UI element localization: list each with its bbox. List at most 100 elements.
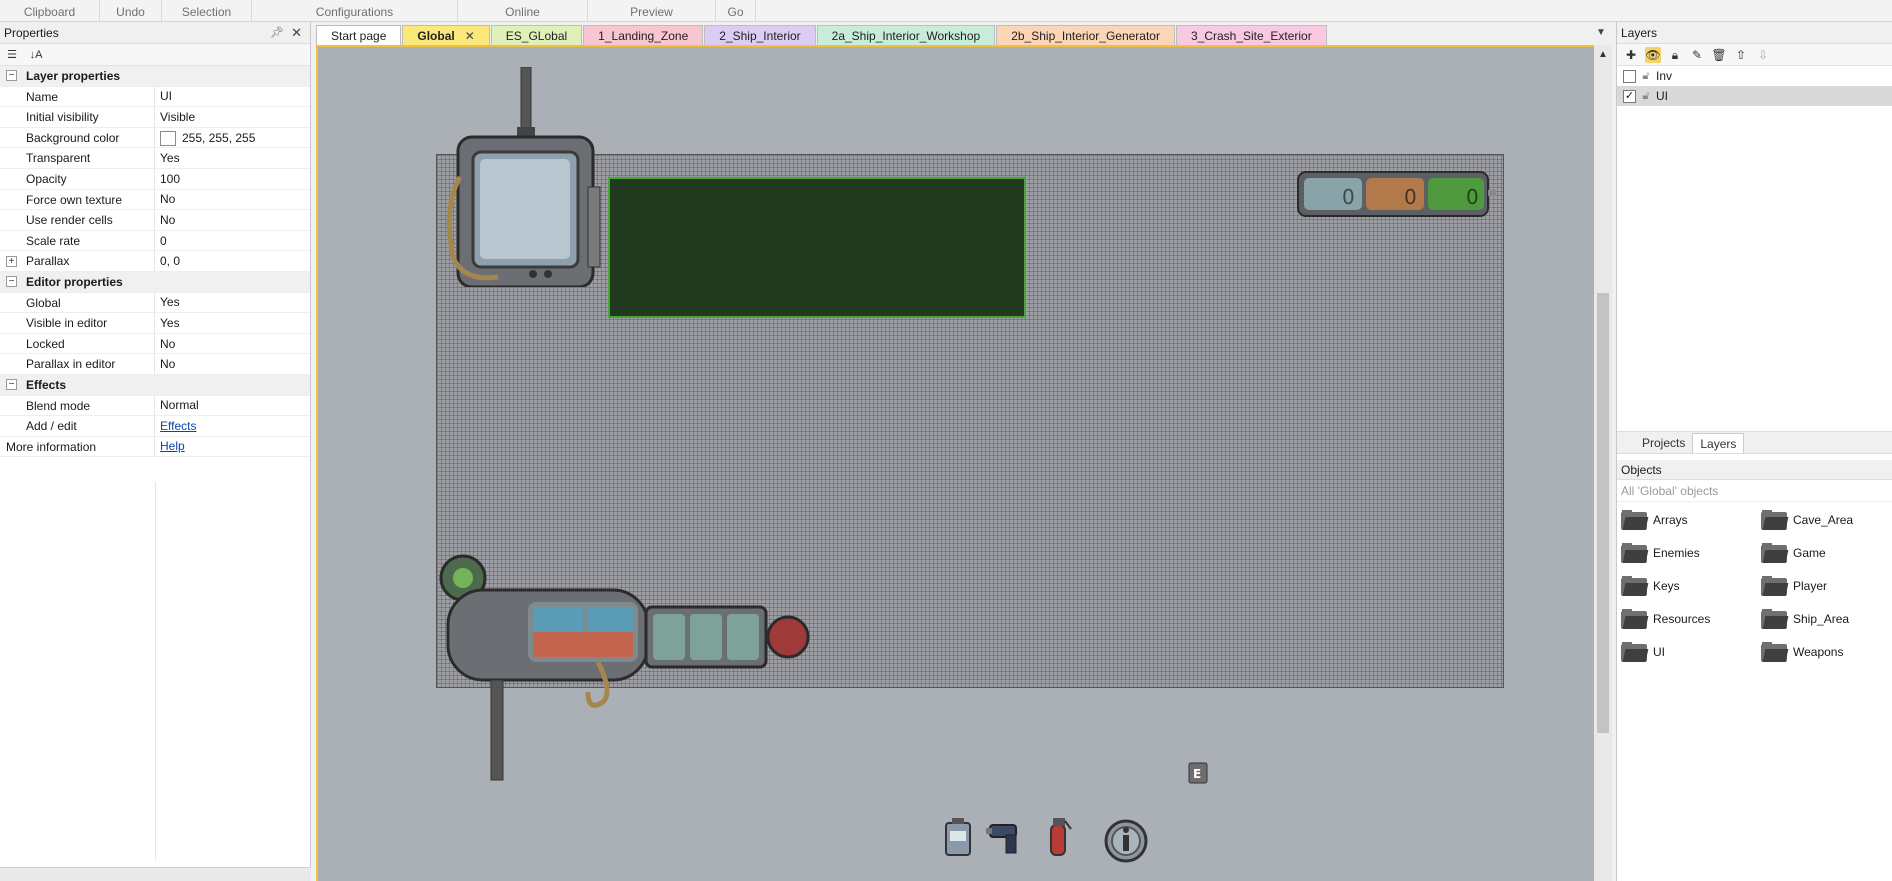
layout-editor[interactable]: 0 0 0 E <box>316 45 1594 881</box>
counter-1: 0 <box>1342 185 1355 209</box>
section-editor-properties[interactable]: − Editor properties <box>0 271 310 293</box>
folder-game[interactable]: Game <box>1761 541 1891 565</box>
extinguisher-item-sprite[interactable] <box>1043 815 1073 857</box>
prop-visible-in-editor[interactable]: Visible in editor Yes <box>0 313 310 334</box>
sort-alphabetical-icon[interactable]: ↓A <box>28 47 44 63</box>
folder-player[interactable]: Player <box>1761 574 1891 598</box>
close-tab-icon[interactable]: ✕ <box>465 29 475 43</box>
prop-global[interactable]: Global Yes <box>0 292 310 314</box>
tab-es-global[interactable]: ES_GLobal <box>490 25 583 45</box>
prop-initial-visibility[interactable]: Initial visibility Visible <box>0 107 310 128</box>
folder-ui[interactable]: UI <box>1621 640 1761 664</box>
move-up-icon[interactable]: ⇧ <box>1733 47 1749 63</box>
lock-icon[interactable]: 🔒︎ <box>1667 47 1683 63</box>
objects-filter[interactable]: All 'Global' objects <box>1617 480 1892 502</box>
tab-crash-site-exterior[interactable]: 3_Crash_Site_Exterior <box>1175 25 1327 45</box>
tab-ship-interior-generator[interactable]: 2b_Ship_Interior_Generator <box>996 25 1175 45</box>
properties-description-bar <box>0 867 311 881</box>
grid-divider <box>155 482 156 861</box>
scroll-up-icon[interactable]: ▲ <box>1598 49 1608 60</box>
folder-weapons[interactable]: Weapons <box>1761 640 1891 664</box>
battery-item-sprite[interactable] <box>943 817 973 857</box>
key-hint-sprite[interactable]: E <box>1188 762 1208 784</box>
layers-header: Layers <box>1617 22 1892 44</box>
trash-icon[interactable]: 🗑︎ <box>1711 47 1727 63</box>
tab-start-page[interactable]: Start page <box>316 25 402 45</box>
layer-lock-icon[interactable]: 🔓︎ <box>1640 90 1652 103</box>
layer-row-ui[interactable]: ✓ 🔓︎ UI <box>1617 86 1892 106</box>
section-effects[interactable]: − Effects <box>0 374 310 396</box>
counter-3: 0 <box>1466 185 1479 209</box>
monitor-sprite[interactable] <box>438 67 608 287</box>
expand-icon[interactable]: + <box>6 255 17 267</box>
properties-title: Properties <box>4 26 59 40</box>
edit-pencil-icon[interactable]: ✎ <box>1689 47 1705 63</box>
prop-transparent[interactable]: Transparent Yes <box>0 148 310 169</box>
ribbon-group-selection[interactable]: Selection <box>162 0 252 22</box>
folder-keys[interactable]: Keys <box>1621 574 1761 598</box>
help-link[interactable]: Help <box>160 439 185 453</box>
tab-projects[interactable]: Projects <box>1635 433 1692 453</box>
ribbon-group-undo[interactable]: Undo <box>100 0 162 22</box>
ribbon-group-configurations[interactable]: Configurations <box>252 0 458 22</box>
categorized-icon[interactable]: ☰ <box>4 47 20 63</box>
prop-add-edit[interactable]: Add / edit Effects <box>0 416 310 437</box>
folder-resources[interactable]: Resources <box>1621 607 1761 631</box>
folder-ship-area[interactable]: Ship_Area <box>1761 607 1891 631</box>
add-layer-icon[interactable]: ✚ <box>1623 47 1639 63</box>
ribbon-group-go[interactable]: Go <box>716 0 756 22</box>
folder-icon <box>1761 543 1789 563</box>
folder-arrays[interactable]: Arrays <box>1621 508 1761 532</box>
prop-use-render-cells[interactable]: Use render cells No <box>0 210 310 231</box>
folder-icon <box>1621 510 1649 530</box>
resource-counters[interactable]: 0 0 0 <box>1296 162 1496 222</box>
tab-layers[interactable]: Layers <box>1692 433 1745 453</box>
layers-objects-panel: Layers ✚ 👁︎ 🔒︎ ✎ 🗑︎ ⇧ ⇩ 🔓︎ Inv ✓ 🔓︎ UI P… <box>1616 22 1892 881</box>
layer-lock-icon[interactable]: 🔓︎ <box>1640 70 1652 83</box>
drill-item-sprite[interactable] <box>986 817 1026 857</box>
pin-icon[interactable]: 📌︎ <box>270 22 284 44</box>
collapse-icon[interactable]: − <box>6 70 17 82</box>
folder-enemies[interactable]: Enemies <box>1621 541 1761 565</box>
layer-name: Inv <box>1656 69 1673 83</box>
folder-cave-area[interactable]: Cave_Area <box>1761 508 1891 532</box>
prop-force-own-texture[interactable]: Force own texture No <box>0 189 310 211</box>
prop-scale-rate[interactable]: Scale rate 0 <box>0 230 310 252</box>
scroll-thumb[interactable] <box>1597 293 1609 733</box>
close-icon[interactable]: ✕ <box>291 22 302 44</box>
prop-blend-mode[interactable]: Blend mode Normal <box>0 395 310 417</box>
effects-link[interactable]: Effects <box>160 419 196 433</box>
prop-opacity[interactable]: Opacity 100 <box>0 168 310 190</box>
collapse-icon[interactable]: − <box>6 379 17 391</box>
properties-panel: Properties 📌︎ ✕ ☰ ↓A − Layer properties … <box>0 22 311 881</box>
info-icon[interactable] <box>1104 819 1148 863</box>
prop-parallax[interactable]: + Parallax 0, 0 <box>0 251 310 272</box>
key-hint-label: E <box>1193 767 1201 781</box>
prop-background-color[interactable]: Background color 255, 255, 255 <box>0 127 310 149</box>
section-layer-properties[interactable]: − Layer properties <box>0 66 310 87</box>
folder-icon <box>1761 609 1789 629</box>
layers-list: 🔓︎ Inv ✓ 🔓︎ UI <box>1617 66 1892 432</box>
prop-name[interactable]: Name UI <box>0 86 310 108</box>
editor-vertical-scrollbar[interactable]: ▲ <box>1594 45 1612 881</box>
color-swatch[interactable] <box>160 130 176 146</box>
layer-row-inv[interactable]: 🔓︎ Inv <box>1617 66 1892 86</box>
weapon-sprite[interactable] <box>438 552 888 792</box>
move-down-icon[interactable]: ⇩ <box>1755 47 1771 63</box>
eye-icon[interactable]: 👁︎ <box>1645 46 1661 63</box>
ribbon-group-online[interactable]: Online <box>458 0 588 22</box>
tab-ship-interior[interactable]: 2_Ship_Interior <box>704 25 816 45</box>
health-bar-sprite[interactable] <box>608 177 1026 318</box>
tab-landing-zone[interactable]: 1_Landing_Zone <box>583 25 704 45</box>
tab-ship-interior-workshop[interactable]: 2a_Ship_Interior_Workshop <box>816 25 996 45</box>
ribbon-group-preview[interactable]: Preview <box>588 0 716 22</box>
tabs-dropdown-icon[interactable]: ▼ <box>1596 27 1606 38</box>
prop-locked[interactable]: Locked No <box>0 333 310 355</box>
layer-visible-checkbox[interactable]: ✓ <box>1623 89 1636 103</box>
ribbon-group-clipboard[interactable]: Clipboard <box>0 0 100 22</box>
collapse-icon[interactable]: − <box>6 276 17 288</box>
prop-parallax-in-editor[interactable]: Parallax in editor No <box>0 354 310 375</box>
tab-global[interactable]: Global ✕ <box>402 25 490 45</box>
layer-visible-checkbox[interactable] <box>1623 69 1636 83</box>
prop-more-information[interactable]: More information Help <box>0 436 310 458</box>
